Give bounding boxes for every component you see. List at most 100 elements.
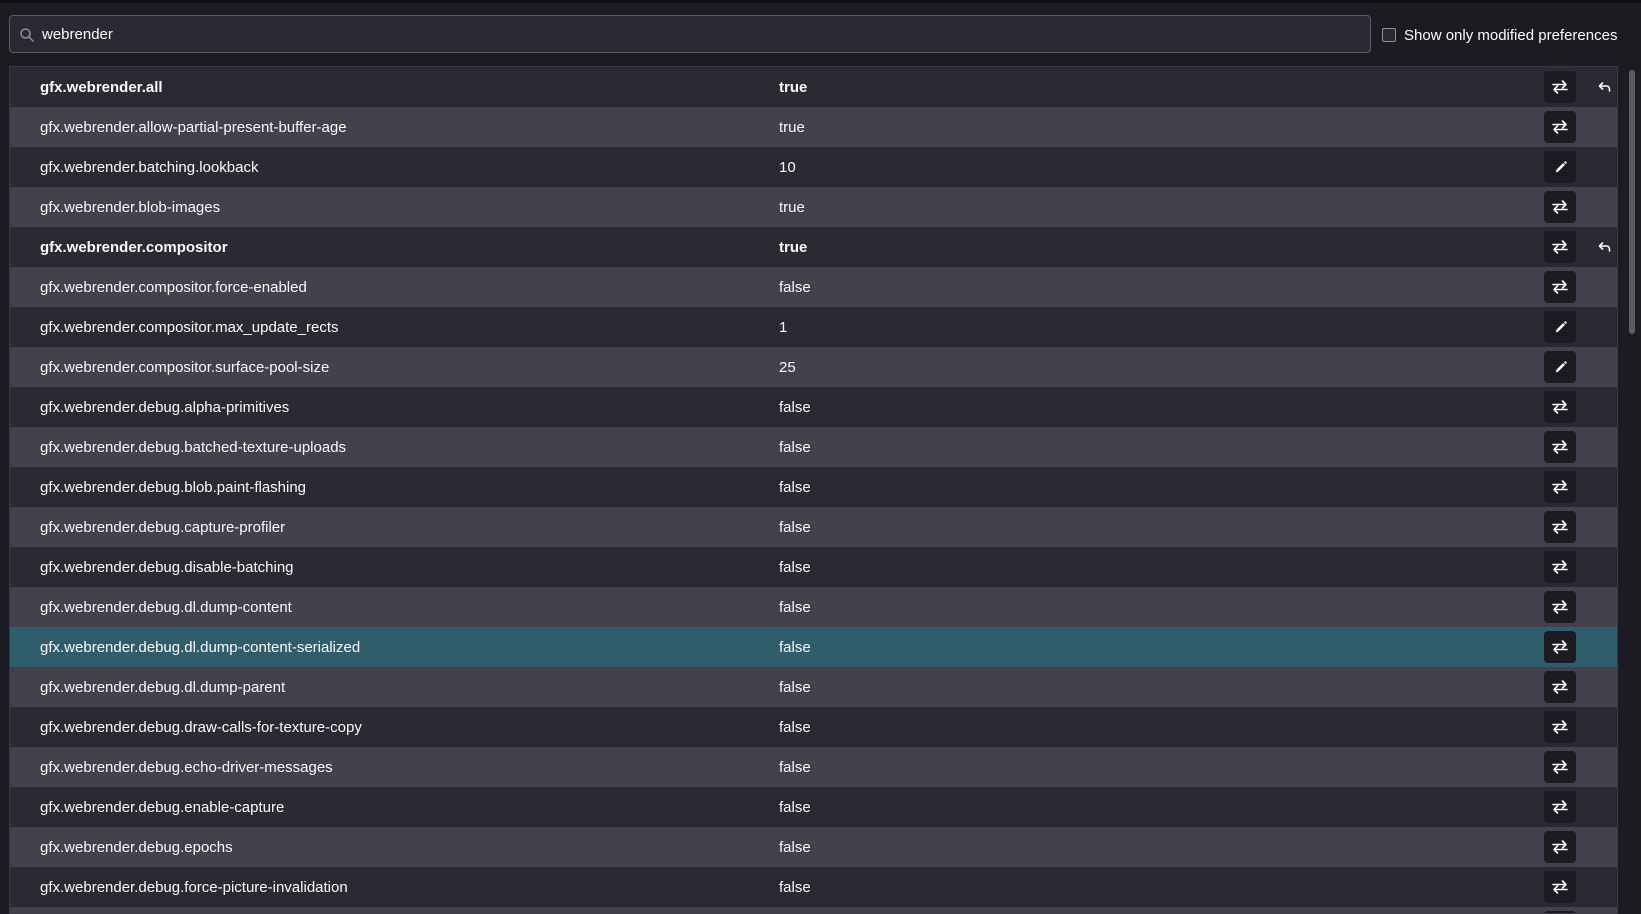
pref-value: false (779, 678, 811, 696)
pref-name: gfx.webrender.debug.alpha-primitives (40, 398, 290, 416)
preferences-list: gfx.webrender.all true gfx.webrender.allow… (10, 67, 1617, 913)
pref-value: false (779, 438, 811, 456)
toggle-button[interactable] (1544, 431, 1576, 463)
pref-name: gfx.webrender.compositor (40, 238, 228, 256)
toggle-button[interactable] (1544, 591, 1576, 623)
pref-value: 10 (779, 158, 796, 176)
search-input[interactable] (42, 16, 1342, 52)
toggle-button[interactable] (1544, 671, 1576, 703)
pref-value: 25 (779, 358, 796, 376)
pref-name: gfx.webrender.debug.batched-texture-uplo… (40, 438, 347, 456)
pref-row[interactable]: gfx.webrender.debug.blob.paint-flashing f… (10, 467, 1617, 507)
toggle-button[interactable] (1544, 751, 1576, 783)
pref-row[interactable]: gfx.webrender.compositor.max_update_rect… (10, 307, 1617, 347)
pref-value: false (779, 878, 811, 896)
pref-row[interactable]: gfx.webrender.debug.dl.dump-content-seri… (10, 627, 1617, 667)
toggle-arrows-icon (1552, 240, 1568, 254)
toggle-button[interactable] (1544, 791, 1576, 823)
edit-button[interactable] (1544, 351, 1576, 383)
pref-row[interactable]: gfx.webrender.debug.dl.dump-content false (10, 587, 1617, 627)
toggle-button[interactable] (1544, 71, 1576, 103)
toggle-button[interactable] (1544, 271, 1576, 303)
show-modified-checkbox[interactable] (1382, 28, 1396, 42)
pref-value: false (779, 398, 811, 416)
pref-row[interactable]: gfx.webrender.debug.enable-capture false (10, 787, 1617, 827)
pref-value: false (779, 598, 811, 616)
pref-value: true (779, 198, 805, 216)
scrollbar[interactable] (1628, 66, 1636, 914)
pref-row[interactable]: gfx.webrender.debug.dl.dump-parent false (10, 667, 1617, 707)
pref-row[interactable]: gfx.webrender.debug.disable-batching fals… (10, 547, 1617, 587)
pref-row[interactable]: gfx.webrender.blob-images true (10, 187, 1617, 227)
search-box[interactable] (9, 15, 1371, 53)
show-modified-toggle[interactable]: Show only modified preferences (1382, 25, 1617, 45)
reset-button[interactable] (1592, 75, 1616, 99)
pref-row[interactable]: gfx.webrender.allow-partial-present-buff… (10, 107, 1617, 147)
toggle-arrows-icon (1552, 200, 1568, 214)
undo-arrow-icon (1598, 242, 1611, 252)
pref-value: true (779, 78, 808, 96)
toggle-arrows-icon (1552, 480, 1568, 494)
edit-button[interactable] (1544, 311, 1576, 343)
toggle-button[interactable] (1544, 831, 1576, 863)
pref-value: false (779, 638, 811, 656)
pref-row[interactable]: gfx.webrender.all true (10, 67, 1617, 107)
show-modified-label: Show only modified preferences (1404, 26, 1618, 44)
pencil-icon (1555, 160, 1567, 172)
pref-row[interactable]: gfx.webrender.debug.force-picture-invali… (10, 867, 1617, 907)
pref-value: false (779, 718, 811, 736)
toggle-button[interactable] (1544, 391, 1576, 423)
pref-name: gfx.webrender.compositor.surface-pool-si… (40, 358, 330, 376)
pref-name: gfx.webrender.debug.epochs (40, 838, 233, 856)
toggle-button[interactable] (1544, 551, 1576, 583)
toggle-button[interactable] (1544, 231, 1576, 263)
pref-value: false (779, 558, 811, 576)
toggle-arrows-icon (1552, 520, 1568, 534)
pref-row[interactable]: gfx.webrender.compositor.force-enabled fa… (10, 267, 1617, 307)
pref-name: gfx.webrender.all (40, 78, 163, 96)
toggle-button[interactable] (1544, 711, 1576, 743)
edit-button[interactable] (1544, 151, 1576, 183)
pref-name: gfx.webrender.blob-images (40, 198, 221, 216)
toggle-button[interactable] (1544, 471, 1576, 503)
toggle-button[interactable] (1544, 631, 1576, 663)
pref-name: gfx.webrender.compositor.max_update_rect… (40, 318, 339, 336)
pref-value: true (779, 118, 805, 136)
pref-row[interactable]: gfx.webrender.debug.echo-driver-messages… (10, 747, 1617, 787)
toggle-arrows-icon (1552, 720, 1568, 734)
pref-row[interactable]: gfx.webrender.debug.batched-texture-uplo… (10, 427, 1617, 467)
pref-name: gfx.webrender.debug.dl.dump-parent (40, 678, 286, 696)
toggle-button[interactable] (1544, 111, 1576, 143)
pref-row[interactable] (10, 907, 1617, 913)
pref-name: gfx.webrender.debug.capture-profiler (40, 518, 286, 536)
pref-row[interactable]: gfx.webrender.debug.alpha-primitives fals… (10, 387, 1617, 427)
pref-name: gfx.webrender.debug.enable-capture (40, 798, 285, 816)
pref-value: false (779, 518, 811, 536)
pref-name: gfx.webrender.allow-partial-present-buff… (40, 118, 347, 136)
pref-name: gfx.webrender.debug.blob.paint-flashing (40, 478, 307, 496)
pref-name: gfx.webrender.debug.disable-batching (40, 558, 294, 576)
pref-row[interactable]: gfx.webrender.compositor true (10, 227, 1617, 267)
pencil-icon (1555, 360, 1567, 372)
toggle-arrows-icon (1552, 760, 1568, 774)
toolbar: Show only modified preferences (0, 3, 1641, 63)
toggle-arrows-icon (1552, 400, 1568, 414)
toggle-arrows-icon (1552, 120, 1568, 134)
toggle-arrows-icon (1552, 840, 1568, 854)
toggle-button[interactable] (1544, 191, 1576, 223)
pref-row[interactable]: gfx.webrender.debug.epochs false (10, 827, 1617, 867)
undo-arrow-icon (1598, 82, 1611, 92)
pref-row[interactable]: gfx.webrender.debug.capture-profiler fals… (10, 507, 1617, 547)
reset-button[interactable] (1592, 235, 1616, 259)
pref-name: gfx.webrender.debug.dl.dump-content-seri… (40, 638, 361, 656)
pref-name: gfx.webrender.compositor.force-enabled (40, 278, 307, 296)
toggle-arrows-icon (1552, 600, 1568, 614)
toggle-button[interactable] (1544, 871, 1576, 903)
toggle-button[interactable] (1544, 511, 1576, 543)
pref-row[interactable]: gfx.webrender.debug.draw-calls-for-textu… (10, 707, 1617, 747)
pref-value: false (779, 758, 811, 776)
pref-row[interactable]: gfx.webrender.batching.lookback 10 (10, 147, 1617, 187)
scrollbar-thumb[interactable] (1629, 70, 1635, 334)
pref-value: false (779, 478, 811, 496)
pref-row[interactable]: gfx.webrender.compositor.surface-pool-si… (10, 347, 1617, 387)
